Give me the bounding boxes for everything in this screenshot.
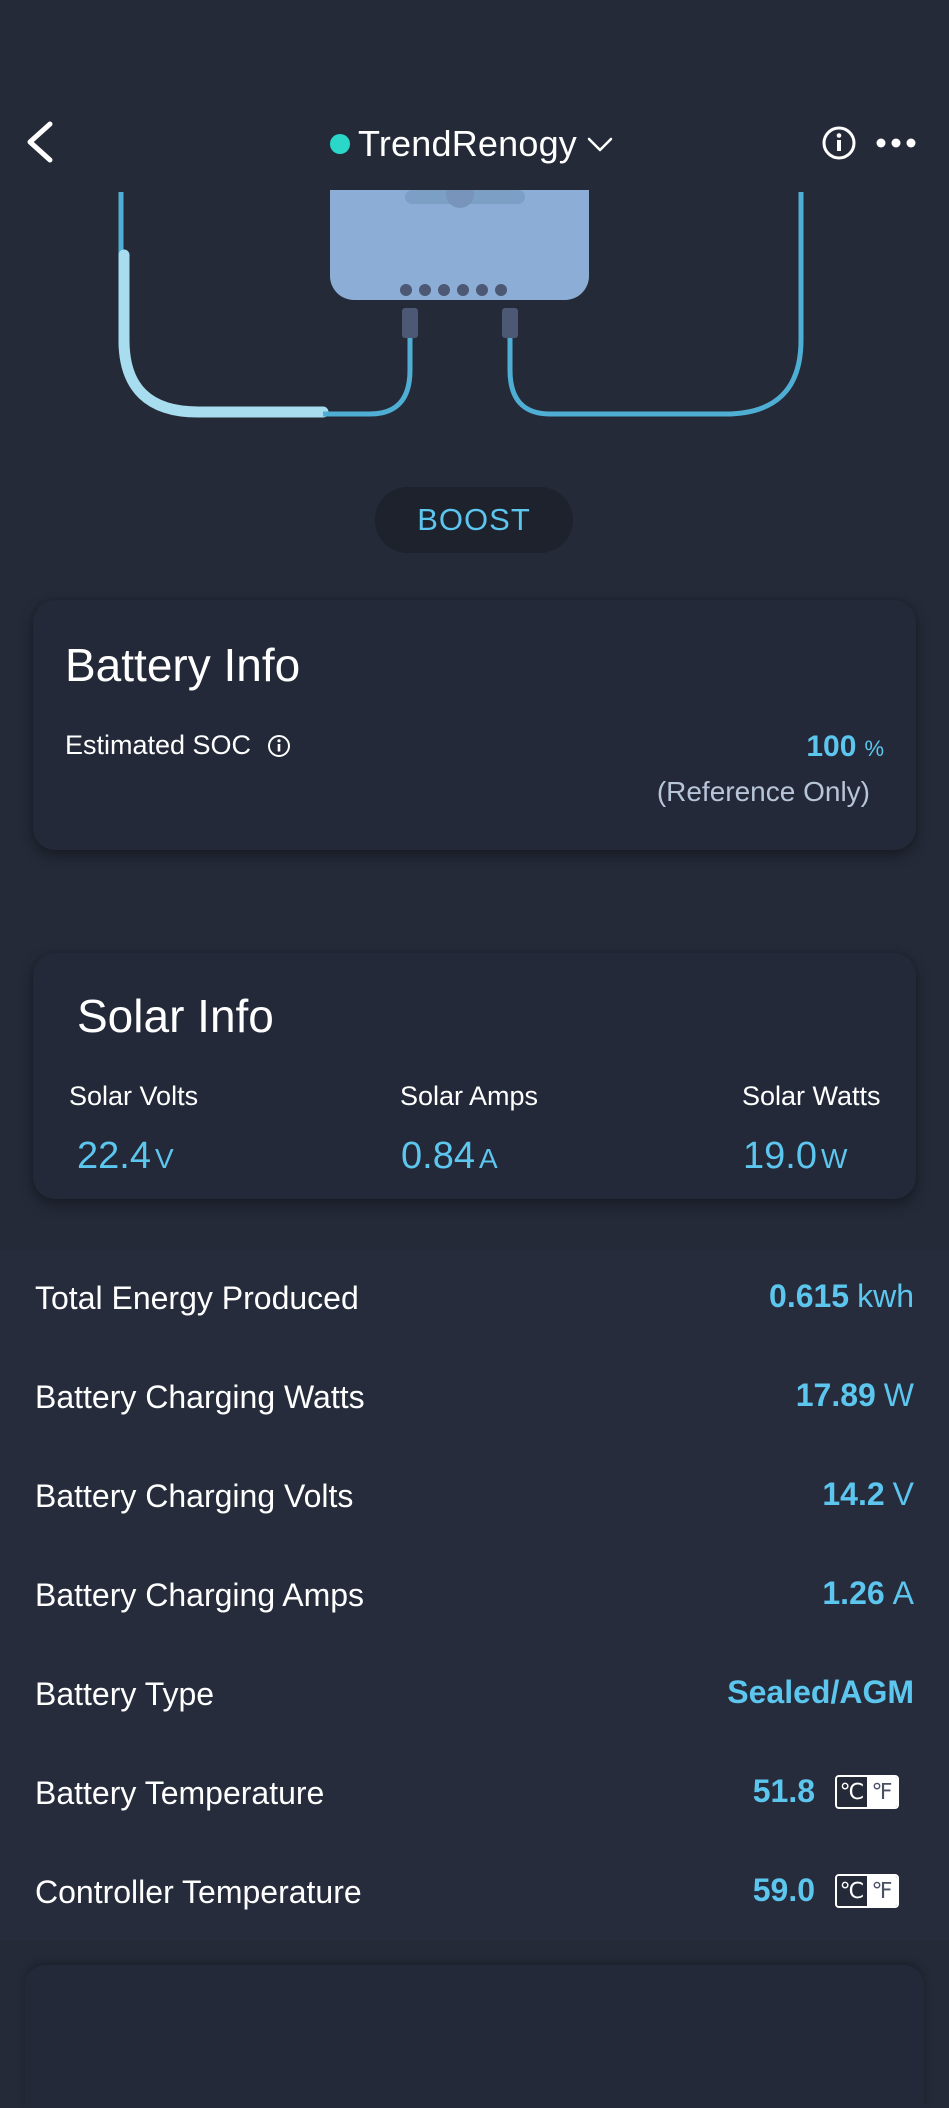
charging-volts-label: Battery Charging Volts [35,1478,354,1514]
list-item: Battery Temperature 51.8 ℃ ℉ [0,1745,949,1844]
app-header: TrendRenogy [0,0,949,190]
solar-info-title: Solar Info [77,990,274,1042]
charging-watts-number: 17.89 [795,1377,876,1413]
solar-watts-number: 19.0 [743,1135,817,1177]
solar-watts-unit: W [820,1143,848,1174]
charging-watts-label: Battery Charging Watts [35,1379,365,1415]
info-icon[interactable] [821,125,857,161]
battery-type-text: Sealed/AGM [727,1674,914,1710]
solar-watts-label: Solar Watts [742,1081,881,1111]
device-selector[interactable]: TrendRenogy [330,120,615,168]
controller-wiring-diagram [118,190,804,418]
total-energy-value: 0.615 kwh [769,1278,914,1315]
charging-amps-unit: A [892,1575,914,1611]
device-title: TrendRenogy [358,123,577,164]
solar-volts-label: Solar Volts [69,1081,199,1111]
bottom-panel [25,1965,924,2108]
list-item: Battery Charging Watts 17.89 W [0,1349,949,1448]
fahrenheit-option[interactable]: ℉ [867,1875,897,1906]
charging-watts-unit: W [883,1377,914,1413]
charging-volts-value: 14.2 V [822,1476,914,1513]
fahrenheit-option[interactable]: ℉ [867,1776,897,1807]
solar-amps-unit: A [478,1143,498,1174]
total-energy-label: Total Energy Produced [35,1280,359,1316]
list-item: Controller Temperature 59.0 ℃ ℉ [0,1844,949,1943]
soc-value: 100 [806,730,857,763]
soc-unit: % [864,736,884,761]
soc-label: Estimated SOC [65,730,252,760]
list-item: Battery Charging Volts 14.2 V [0,1448,949,1547]
battery-type-value: Sealed/AGM [727,1674,914,1711]
list-item: Battery Charging Amps 1.26 A [0,1547,949,1646]
celsius-option[interactable]: ℃ [837,1875,867,1906]
list-item: Total Energy Produced 0.615 kwh [0,1250,949,1349]
solar-amps-number: 0.84 [401,1135,475,1177]
charging-amps-label: Battery Charging Amps [35,1577,365,1613]
solar-volts-unit: V [154,1143,174,1174]
charging-volts-number: 14.2 [822,1476,885,1512]
chevron-down-icon [587,137,613,152]
celsius-option[interactable]: ℃ [837,1776,867,1807]
solar-amps-label: Solar Amps [400,1081,539,1111]
temperature-unit-toggle[interactable]: ℃ ℉ [835,1774,899,1809]
metrics-list: Total Energy Produced 0.615 kwh Battery C… [0,1250,949,1940]
battery-temperature-number: 51.8 [752,1773,815,1809]
controller-temperature-label: Controller Temperature [35,1874,362,1910]
total-energy-number: 0.615 [769,1278,850,1314]
temperature-unit-toggle[interactable]: ℃ ℉ [835,1873,899,1908]
soc-value-group: 100 % [806,730,884,764]
solar-volts-value: 22.4 V [77,1135,174,1178]
soc-reference-note: (Reference Only) [656,776,870,807]
solar-watts-value: 19.0 W [743,1135,847,1178]
charging-amps-value: 1.26 A [822,1575,914,1612]
charging-mode-badge: BOOST [375,487,573,553]
controller-temperature-value: 59.0 ℃ ℉ [753,1872,899,1909]
battery-info-card: Battery Info Estimated SOC 100 % (Refere… [33,600,916,850]
total-energy-unit: kwh [857,1278,914,1314]
charging-volts-unit: V [892,1476,914,1512]
controller-temperature-number: 59.0 [752,1872,815,1908]
connection-status-dot [330,134,350,154]
soc-label-group: Estimated SOC [65,730,291,761]
more-icon[interactable] [874,127,918,159]
battery-info-title: Battery Info [65,639,301,691]
battery-temperature-label: Battery Temperature [35,1775,325,1811]
charging-watts-value: 17.89 W [796,1377,914,1414]
back-arrow-icon[interactable] [18,118,62,166]
solar-volts-number: 22.4 [77,1135,151,1177]
soc-info-icon[interactable] [267,734,291,758]
list-item[interactable]: Battery Type Sealed/AGM [0,1646,949,1745]
charging-amps-number: 1.26 [822,1575,885,1611]
battery-temperature-value: 51.8 ℃ ℉ [753,1773,899,1810]
battery-type-label: Battery Type [35,1676,215,1712]
solar-amps-value: 0.84 A [401,1135,498,1178]
solar-info-card: Solar Info Solar Volts 22.4 V Solar Amps … [33,953,916,1199]
